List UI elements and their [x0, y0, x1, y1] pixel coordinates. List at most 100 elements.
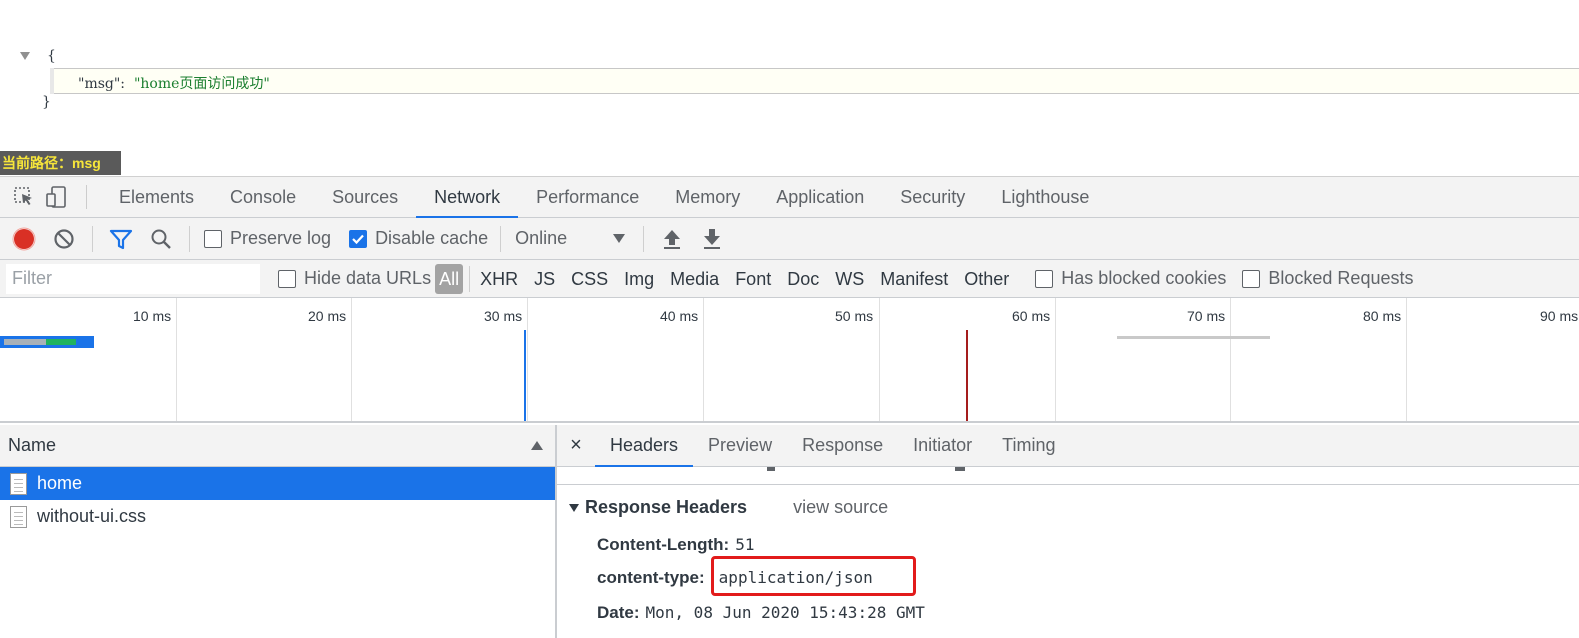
waiting-segment: [4, 339, 46, 345]
upload-icon: [664, 229, 681, 249]
clear-button[interactable]: [44, 219, 84, 259]
tab-security[interactable]: Security: [882, 177, 983, 217]
request-name: without-ui.css: [37, 506, 147, 526]
json-value: "home页面访问成功": [133, 76, 270, 92]
throttling-value: Online: [515, 228, 568, 248]
request-details-panel: × Headers Preview Response Initiator Tim…: [557, 425, 1579, 638]
toolbar-divider: [92, 225, 93, 252]
toolbar-divider: [469, 265, 471, 292]
requests-panel: Name home without-ui.css: [0, 425, 557, 638]
request-name: home: [37, 473, 83, 493]
inspect-element-icon[interactable]: [8, 177, 40, 217]
overview-range-marker: [1117, 336, 1270, 339]
load-event-marker: [966, 330, 968, 421]
tick-label-30ms: 30 ms: [484, 308, 523, 324]
hide-data-urls-label: Hide data URLs: [304, 268, 432, 288]
import-har-button[interactable]: [652, 219, 692, 259]
tick-label-20ms: 20 ms: [308, 308, 347, 324]
type-filter-manifest[interactable]: Manifest: [872, 264, 956, 294]
request-row-home[interactable]: home: [0, 467, 555, 500]
type-filter-ws[interactable]: WS: [827, 264, 872, 294]
receiving-segment: [46, 339, 76, 345]
throttling-select[interactable]: Online: [515, 228, 626, 249]
grid-line: [527, 298, 528, 421]
tab-memory[interactable]: Memory: [657, 177, 758, 217]
type-filter-doc[interactable]: Doc: [779, 264, 827, 294]
header-name: content-type:: [597, 568, 705, 587]
device-toolbar-icon[interactable]: [40, 177, 72, 217]
clear-icon: [54, 228, 74, 249]
filter-toggle-button[interactable]: [101, 219, 141, 259]
tab-performance[interactable]: Performance: [518, 177, 657, 217]
has-blocked-cookies-checkbox[interactable]: Has blocked cookies: [1035, 268, 1226, 289]
tab-lighthouse[interactable]: Lighthouse: [983, 177, 1107, 217]
type-filter-img[interactable]: Img: [616, 264, 662, 294]
header-name: Content-Length:: [597, 535, 730, 554]
tick-label-10ms: 10 ms: [133, 308, 172, 324]
tab-console[interactable]: Console: [212, 177, 314, 217]
current-path-badge: 当前路径：msg: [0, 151, 121, 175]
json-key: "msg":: [78, 76, 126, 92]
export-har-button[interactable]: [692, 219, 732, 259]
details-tab-bar: × Headers Preview Response Initiator Tim…: [557, 425, 1579, 467]
tab-elements[interactable]: Elements: [101, 177, 212, 217]
grid-line: [879, 298, 880, 421]
record-button[interactable]: [4, 219, 44, 259]
header-value: Mon, 08 Jun 2020 15:43:28 GMT: [645, 603, 925, 622]
section-title: Response Headers: [585, 497, 748, 517]
network-overview-timeline[interactable]: 10 ms 20 ms 30 ms 40 ms 50 ms 60 ms 70 m…: [0, 298, 1579, 423]
type-filter-media[interactable]: Media: [662, 264, 727, 294]
type-filter-xhr[interactable]: XHR: [472, 264, 526, 294]
type-filter-all[interactable]: All: [435, 263, 464, 294]
checkbox-unchecked-icon: [278, 269, 296, 288]
tick-label-60ms: 60 ms: [1012, 308, 1051, 324]
checkbox-unchecked-icon: [1035, 269, 1054, 288]
tick-label-50ms: 50 ms: [835, 308, 874, 324]
tab-response[interactable]: Response: [787, 425, 898, 466]
tick-label-90ms: 90 ms: [1540, 308, 1579, 324]
funnel-icon: [109, 229, 133, 249]
json-viewer: { "msg": "home页面访问成功" }: [0, 0, 1579, 150]
tab-sources[interactable]: Sources: [314, 177, 416, 217]
json-indent-guide: [50, 68, 54, 94]
devtools-tab-bar: Elements Console Sources Network Perform…: [0, 176, 1579, 218]
has-blocked-cookies-label: Has blocked cookies: [1061, 268, 1227, 288]
disable-cache-checkbox[interactable]: Disable cache: [349, 228, 488, 249]
name-column-header[interactable]: Name: [0, 425, 555, 467]
tab-preview[interactable]: Preview: [693, 425, 787, 466]
chevron-down-icon: [613, 234, 626, 243]
checkbox-checked-icon: [349, 229, 368, 248]
blocked-requests-checkbox[interactable]: Blocked Requests: [1242, 268, 1413, 289]
view-source-link[interactable]: view source: [793, 497, 888, 518]
checkbox-unchecked-icon: [204, 229, 222, 248]
grid-line: [1055, 298, 1056, 421]
request-row-without-ui-css[interactable]: without-ui.css: [0, 500, 555, 533]
tab-headers[interactable]: Headers: [595, 425, 694, 467]
document-icon: [10, 505, 27, 528]
hide-data-urls-checkbox[interactable]: Hide data URLs: [278, 268, 431, 289]
json-open-brace: {: [47, 48, 56, 64]
collapse-toggle-icon[interactable]: [20, 52, 30, 60]
sort-ascending-icon: [531, 441, 543, 450]
clipped-previous-row: [557, 467, 1579, 485]
type-filter-font[interactable]: Font: [727, 264, 779, 294]
type-filter-js[interactable]: JS: [526, 264, 563, 294]
response-headers-section[interactable]: Response Headers view source: [569, 497, 888, 518]
preserve-log-checkbox[interactable]: Preserve log: [204, 228, 331, 249]
tab-network[interactable]: Network: [416, 177, 519, 218]
tab-application[interactable]: Application: [758, 177, 882, 217]
header-value: 51: [735, 535, 755, 554]
type-filter-other[interactable]: Other: [956, 264, 1017, 294]
tab-timing[interactable]: Timing: [987, 425, 1070, 466]
json-selected-line[interactable]: [50, 68, 1579, 94]
type-filter-css[interactable]: CSS: [563, 264, 616, 294]
search-button[interactable]: [141, 219, 181, 259]
close-icon[interactable]: ×: [557, 425, 595, 466]
json-key-value[interactable]: "msg": "home页面访问成功": [78, 73, 270, 93]
dom-content-loaded-marker: [524, 330, 526, 421]
tab-initiator[interactable]: Initiator: [898, 425, 987, 466]
record-icon: [12, 227, 36, 250]
tick-label-70ms: 70 ms: [1187, 308, 1226, 324]
request-timing-bar: [0, 336, 94, 348]
filter-input[interactable]: [6, 263, 260, 294]
